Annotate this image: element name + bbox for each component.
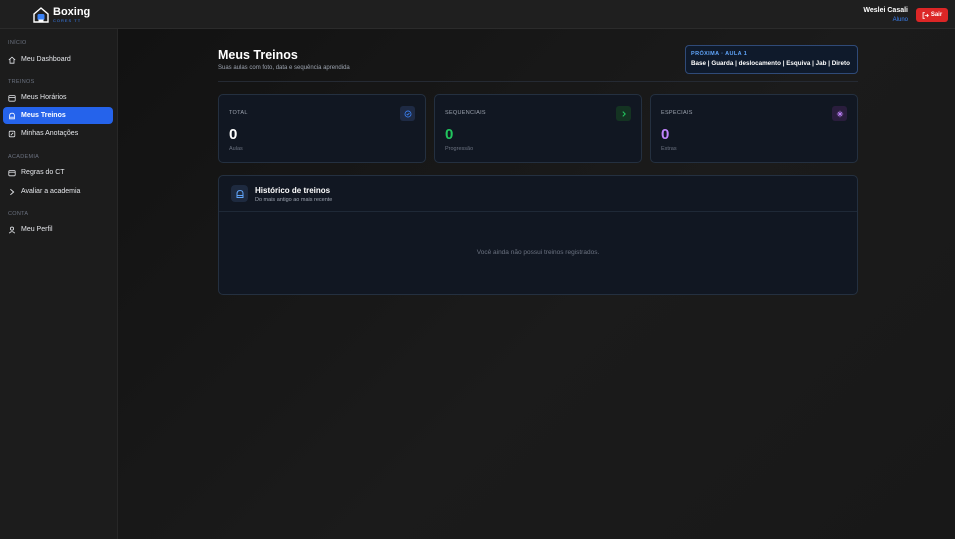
stat-value: 0 [661, 126, 670, 143]
history-header: Histórico de treinos Do mais antigo ao m… [219, 176, 857, 212]
sidebar-item-treinos[interactable]: Meus Treinos [3, 107, 113, 124]
logout-label: Sair [930, 12, 943, 18]
home-icon [8, 56, 16, 64]
boxing-glove-icon [8, 112, 16, 120]
sidebar-item-dashboard[interactable]: Meu Dashboard [3, 51, 113, 68]
stat-note: Progressão [445, 146, 474, 152]
stat-card-total: TOTAL 0 Aulas [218, 94, 426, 163]
sidebar-item-avaliar[interactable]: Avaliar a academia [3, 183, 113, 200]
logo-icon [32, 6, 50, 24]
rules-icon [8, 169, 16, 177]
sidebar-item-anotacoes[interactable]: Minhas Anotações [3, 125, 113, 142]
user-icon [8, 226, 16, 234]
app-logo[interactable]: Boxing CORES TT [32, 6, 90, 24]
stat-value: 0 [229, 126, 238, 143]
history-empty-message: Você ainda não possui treinos registrado… [476, 249, 600, 256]
history-subtitle: Do mais antigo ao mais recente [255, 197, 333, 203]
check-circle-icon [400, 106, 415, 121]
logout-icon [922, 11, 929, 19]
header-divider [218, 81, 858, 82]
history-title: Histórico de treinos [255, 186, 331, 195]
sidebar-item-perfil[interactable]: Meu Perfil [3, 221, 113, 238]
calendar-icon [8, 94, 16, 102]
user-info: Weslei Casali Aluno [863, 7, 908, 23]
stat-title: TOTAL [229, 110, 248, 116]
sidebar-item-horarios[interactable]: Meus Horários [3, 89, 113, 106]
stat-title: SEQUENCIAIS [445, 110, 486, 116]
sidebar-item-label: Avaliar a academia [21, 188, 81, 195]
sidebar-item-label: Meu Perfil [21, 226, 53, 233]
stat-card-sequenciais: SEQUENCIAIS 0 Progressão [434, 94, 642, 163]
sidebar-section-treinos: TREINOS [8, 79, 35, 85]
notes-icon [8, 130, 16, 138]
top-bar: Boxing CORES TT Weslei Casali Aluno Sair [0, 0, 955, 29]
stat-title: ESPECIAIS [661, 110, 693, 116]
stat-card-especiais: ESPECIAIS 0 Extras [650, 94, 858, 163]
chevron-right-icon [616, 106, 631, 121]
logo-subtitle: CORES TT [53, 18, 82, 23]
sparkle-icon [832, 106, 847, 121]
boxing-glove-icon [231, 185, 248, 202]
next-lesson-topics: Base | Guarda | deslocamento | Esquiva |… [691, 60, 850, 67]
sidebar-item-label: Meu Dashboard [21, 56, 71, 63]
rating-icon [8, 188, 16, 196]
history-panel: Histórico de treinos Do mais antigo ao m… [218, 175, 858, 295]
sidebar-section-academia: ACADEMIA [8, 154, 40, 160]
sidebar-item-regras[interactable]: Regras do CT [3, 164, 113, 181]
sidebar-item-label: Regras do CT [21, 169, 65, 176]
next-lesson-card[interactable]: PRÓXIMA · AULA 1 Base | Guarda | desloca… [685, 45, 858, 74]
logo-title: Boxing [53, 6, 91, 18]
stat-note: Extras [661, 146, 677, 152]
user-name: Weslei Casali [863, 7, 908, 14]
page-subtitle: Suas aulas com foto, data e sequência ap… [218, 65, 350, 71]
user-role: Aluno [892, 17, 908, 23]
logout-button[interactable]: Sair [916, 8, 948, 22]
sidebar-section-inicio: INÍCIO [8, 40, 27, 46]
stat-note: Aulas [229, 146, 243, 152]
stat-value: 0 [445, 126, 454, 143]
next-lesson-label: PRÓXIMA · AULA 1 [691, 51, 748, 57]
page-title: Meus Treinos [218, 48, 298, 62]
sidebar-item-label: Minhas Anotações [21, 130, 79, 137]
sidebar-section-conta: CONTA [8, 211, 29, 217]
sidebar-item-label: Meus Treinos [21, 112, 66, 119]
sidebar-item-label: Meus Horários [21, 94, 67, 101]
